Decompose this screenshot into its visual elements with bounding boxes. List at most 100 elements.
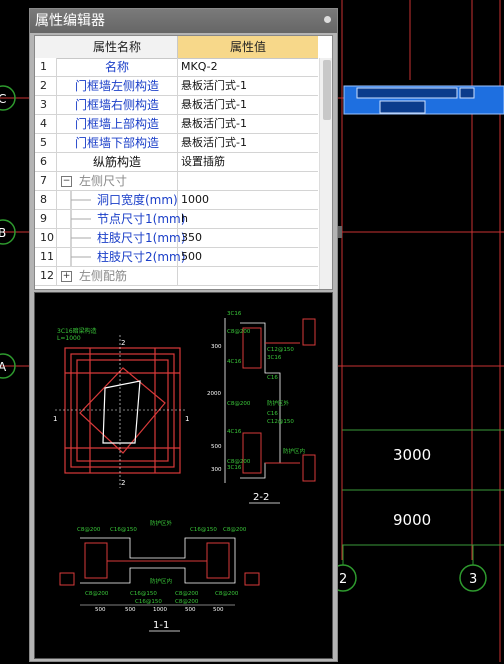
property-name[interactable]: + 左侧配筋 [57,267,178,285]
rebar-label: C16@150 [130,591,157,597]
property-row[interactable]: 9 节点尺寸1(mm) h [35,210,318,229]
property-row[interactable]: 10 柱肢尺寸1(mm) 350 [35,229,318,248]
property-grid: 属性名称 属性值 1 名称 MKQ-2 2 门框墙左侧构造 悬板活门式-1 3 门框墙右侧构造… [34,35,333,290]
rebar-label: C8@200 [227,329,251,335]
property-row[interactable]: 5 门框墙下部构造 悬板活门式-1 [35,134,318,153]
property-value[interactable] [181,267,318,285]
grid-header: 属性名称 属性值 [35,36,332,59]
rebar-label: C8@200 [175,599,199,605]
property-name-text: 左侧尺寸 [79,174,128,188]
property-value[interactable]: 悬板活门式-1 [181,115,318,133]
row-number: 8 [35,191,57,209]
property-name[interactable]: 柱肢尺寸2(mm) [57,248,185,266]
row-number: 11 [35,248,57,266]
section-mark: 2 [121,339,125,347]
property-row[interactable]: 4 门框墙上部构造 悬板活门式-1 [35,115,318,134]
property-row[interactable]: 11 柱肢尺寸2(mm) 500 [35,248,318,267]
panel-title-text: 属性编辑器 [35,13,105,29]
property-row[interactable]: 2 门框墙左侧构造 悬板活门式-1 [35,77,318,96]
rebar-label: 3C16暗梁构造 [57,327,97,335]
rebar-label: C8@200 [215,591,239,597]
dim-text: 500 [213,607,224,613]
property-name-text: 洞口宽度(mm) [97,193,178,207]
tree-connector [70,229,91,247]
property-value[interactable]: h [181,210,318,228]
rebar-label: C12@150 [267,347,294,353]
rebar-label: 防护区外 [150,519,173,527]
property-value[interactable]: 悬板活门式-1 [181,134,318,152]
property-row[interactable]: 12 + 左侧配筋 [35,267,318,286]
rebar-label: C16 [267,411,278,417]
property-row[interactable]: 7− 左侧尺寸 [35,172,318,191]
pin-icon[interactable] [324,16,331,23]
property-value[interactable]: 悬板活门式-1 [181,77,318,95]
rebar-label: C16@150 [135,599,162,605]
property-name[interactable]: 纵筋构造 [57,153,178,171]
property-value[interactable]: 1000 [181,191,318,209]
property-editor-panel: 属性编辑器 属性名称 属性值 1 名称 MKQ-2 2 门框墙左侧构造 悬板活门式-1 3 门… [29,8,338,662]
property-name-text: 纵筋构造 [92,155,141,169]
property-name[interactable]: 洞口宽度(mm) [57,191,178,209]
row-number: 10 [35,229,57,247]
property-name-text: 名称 [104,60,129,74]
property-row[interactable]: 8 洞口宽度(mm) 1000 [35,191,318,210]
section-mark: 1 [185,415,189,423]
property-value[interactable]: 设置插筋 [181,153,318,171]
property-name-text: 门框墙上部构造 [74,117,159,131]
rebar-label: L=1000 [57,335,81,342]
panel-title[interactable]: 属性编辑器 [30,9,337,33]
rebar-label: 4C16 [227,359,242,365]
expand-icon[interactable]: + [61,271,72,282]
rebar-label: 防护区外 [267,399,290,407]
rebar-label: 防护区内 [283,447,305,455]
axis-label-a: A [0,360,7,374]
rebar-label: 3C16 [227,311,242,317]
rebar-label: C8@200 [175,591,199,597]
scrollbar-thumb[interactable] [323,60,331,120]
header-corner [35,36,58,59]
property-name[interactable]: 门框墙右侧构造 [57,96,178,114]
rebar-label: C8@200 [77,527,101,533]
dim-text: 500 [125,607,136,613]
rebar-label: 4C16 [227,429,242,435]
property-row[interactable]: 3 门框墙右侧构造 悬板活门式-1 [35,96,318,115]
property-row[interactable]: 1 名称 MKQ-2 [35,58,318,77]
rebar-label: 3C16 [227,465,242,471]
row-number: 12 [35,267,57,285]
tree-connector [70,191,91,209]
dim-text: 300 [211,467,222,473]
property-name[interactable]: 门框墙左侧构造 [57,77,178,95]
property-name[interactable]: 门框墙上部构造 [57,115,178,133]
axis-label-c: C [0,92,6,106]
property-name[interactable]: 名称 [57,58,178,76]
section-mark: 1 [53,415,57,423]
property-row[interactable]: 6 纵筋构造 设置插筋 [35,153,318,172]
property-name[interactable]: − 左侧尺寸 [57,172,178,190]
rebar-label: C16@150 [190,527,217,533]
header-name[interactable]: 属性名称 [57,36,178,59]
header-value[interactable]: 属性值 [178,36,318,59]
property-value[interactable] [181,172,318,190]
tree-connector [70,248,91,266]
collapse-icon[interactable]: − [61,176,72,187]
property-name-text: 节点尺寸1(mm) [97,212,186,226]
vertical-scrollbar[interactable] [319,58,332,289]
property-name[interactable]: 门框墙下部构造 [57,134,178,152]
property-name-text: 柱肢尺寸1(mm) [97,231,186,245]
dim-text: 500 [185,607,196,613]
property-name[interactable]: 柱肢尺寸1(mm) [57,229,185,247]
property-name-text: 门框墙下部构造 [74,136,159,150]
property-value[interactable]: MKQ-2 [181,58,318,76]
row-number: 3 [35,96,57,114]
dim-text: 1000 [153,607,167,613]
row-number: 5 [35,134,57,152]
property-name-text: 门框墙右侧构造 [74,98,159,112]
section-mark: 2 [121,479,125,487]
property-value[interactable]: 350 [181,229,318,247]
property-value[interactable]: 500 [181,248,318,266]
property-name[interactable]: 节点尺寸1(mm) [57,210,185,228]
property-value[interactable]: 悬板活门式-1 [181,96,318,114]
tree-connector [70,210,91,228]
section-preview: 3C16暗梁构造 L=1000 1 1 2 2 3C16 C8@200 4C16… [34,292,333,659]
axis-label-2: 2 [339,572,347,587]
